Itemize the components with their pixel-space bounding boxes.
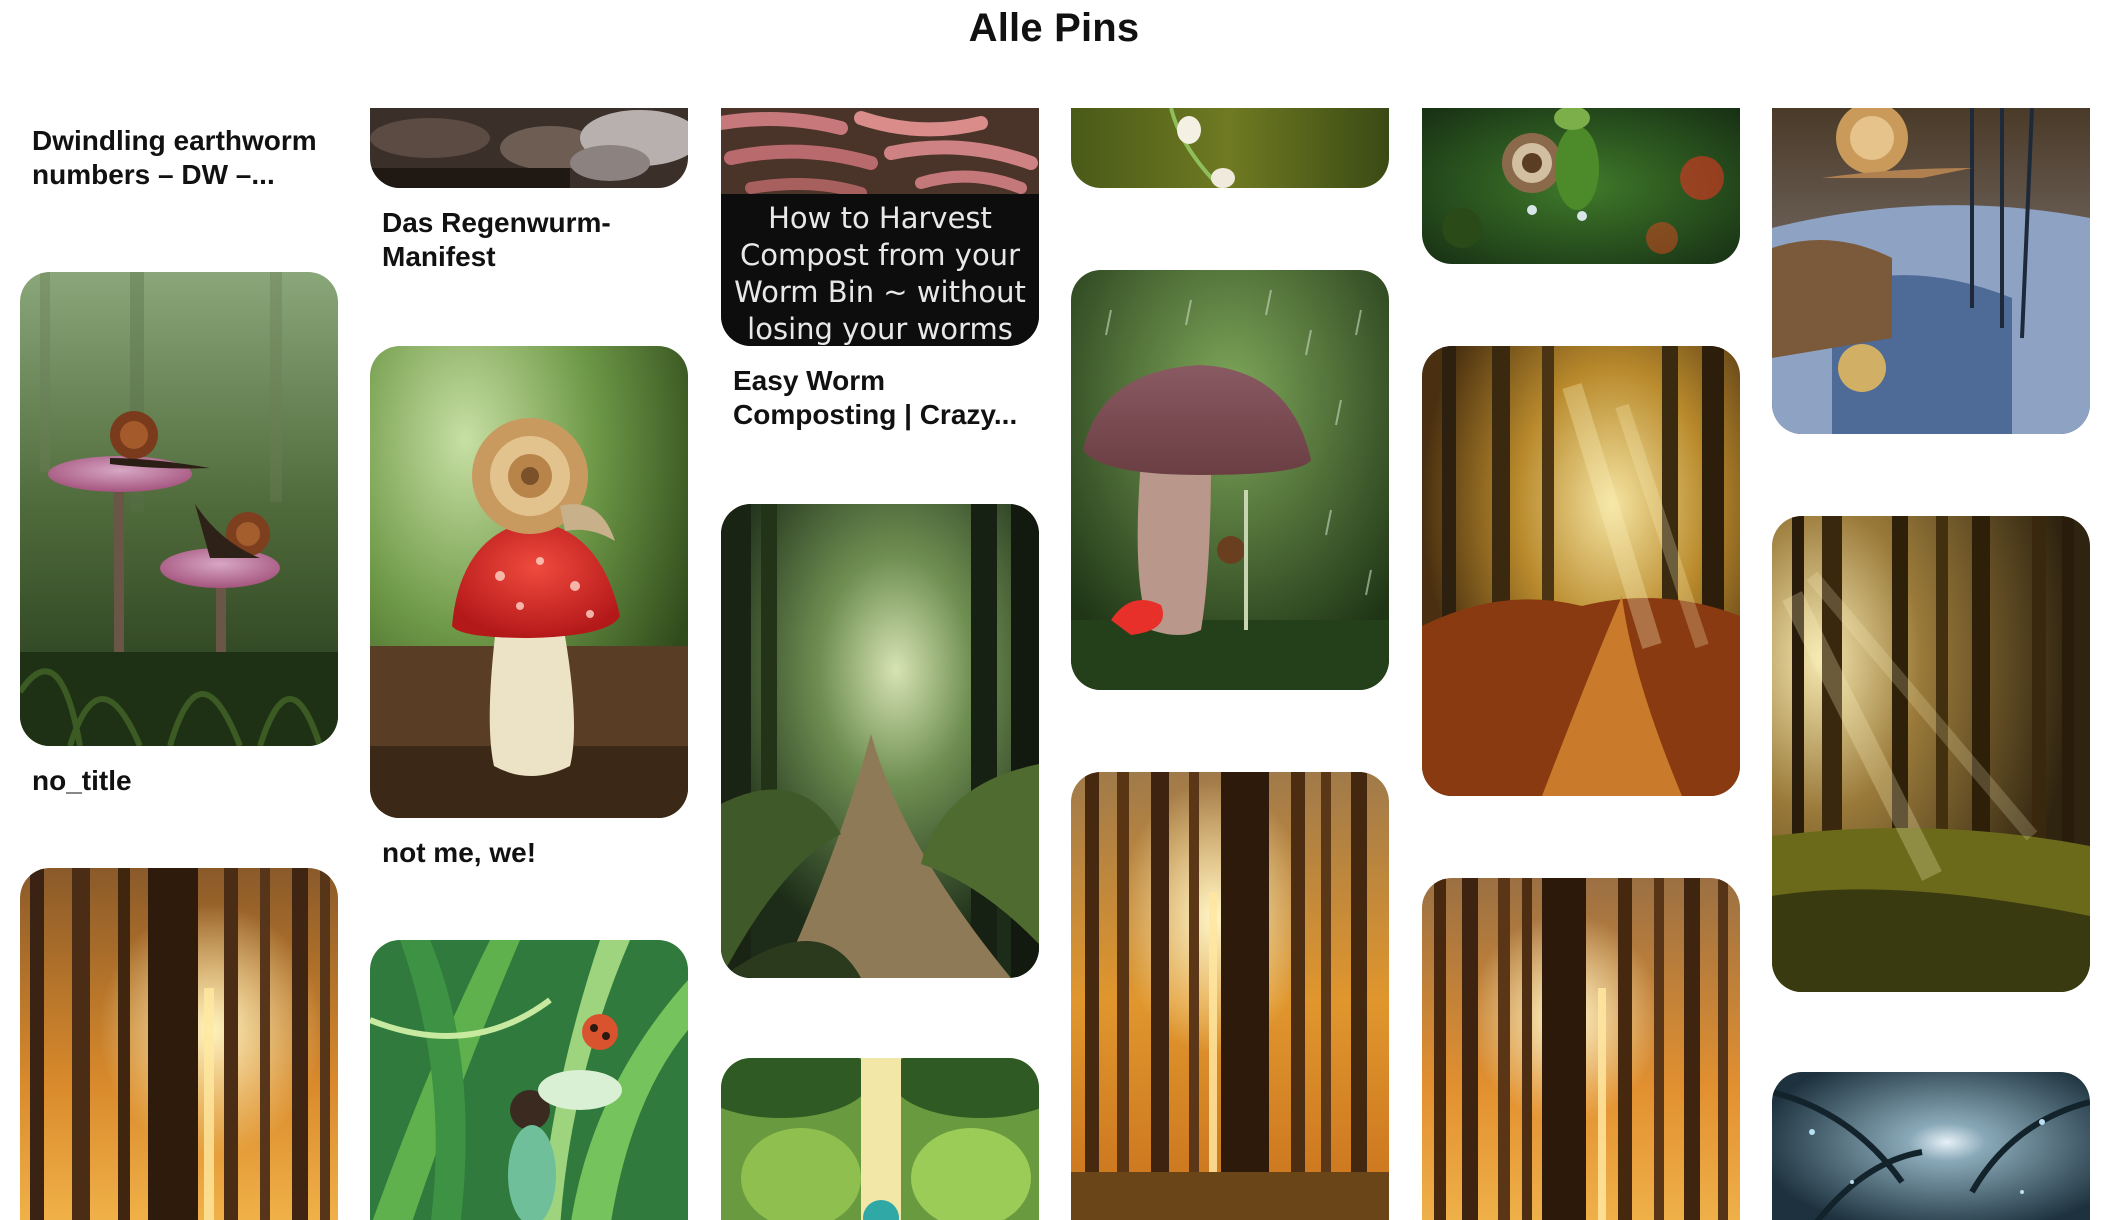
pin-title[interactable]: no_title xyxy=(32,764,326,798)
pin-card[interactable]: not me, we! xyxy=(370,346,688,870)
pin-card[interactable] xyxy=(20,868,338,1220)
pin-title[interactable]: Dwindling earthworm numbers – DW –... xyxy=(32,124,326,192)
pin-card[interactable] xyxy=(1071,772,1389,1220)
pin-image[interactable] xyxy=(721,1058,1039,1220)
pin-card[interactable]: How to Harvest Compost from your Worm Bi… xyxy=(721,108,1039,432)
pin-image[interactable] xyxy=(721,504,1039,978)
pin-image[interactable] xyxy=(1422,108,1740,264)
pin-image[interactable] xyxy=(20,272,338,746)
pin-card[interactable] xyxy=(1422,878,1740,1220)
pin-card[interactable] xyxy=(721,1058,1039,1220)
pin-image[interactable] xyxy=(370,346,688,818)
pin-image[interactable] xyxy=(370,940,688,1220)
pin-card[interactable] xyxy=(1772,1072,2090,1220)
pin-card[interactable] xyxy=(1071,270,1389,690)
pin-image[interactable] xyxy=(1772,1072,2090,1220)
pin-title[interactable]: Easy Worm Composting | Crazy... xyxy=(733,364,1027,432)
pin-image[interactable] xyxy=(1772,108,2090,434)
pin-image[interactable] xyxy=(370,108,688,188)
pin-image[interactable] xyxy=(1071,772,1389,1220)
pin-card[interactable]: Dwindling earthworm numbers – DW –... xyxy=(20,108,338,192)
page-title: Alle Pins xyxy=(968,6,1140,50)
pin-overlay-text: How to Harvest Compost from your Worm Bi… xyxy=(721,194,1039,346)
pin-card[interactable] xyxy=(1772,108,2090,434)
pin-image[interactable] xyxy=(1422,878,1740,1220)
pin-card[interactable]: Das Regenwurm-Manifest xyxy=(370,108,688,274)
pin-title[interactable]: Das Regenwurm-Manifest xyxy=(382,206,676,274)
pin-card[interactable] xyxy=(1422,108,1740,264)
pin-image[interactable] xyxy=(1071,270,1389,690)
pin-card[interactable] xyxy=(370,940,688,1220)
pin-image[interactable] xyxy=(1071,108,1389,188)
pin-card[interactable] xyxy=(1772,516,2090,992)
pin-card[interactable]: no_title xyxy=(20,272,338,798)
pin-card[interactable] xyxy=(721,504,1039,978)
pin-card[interactable] xyxy=(1422,346,1740,796)
pin-image[interactable] xyxy=(1422,346,1740,796)
pin-image[interactable] xyxy=(20,868,338,1220)
pin-image[interactable] xyxy=(1772,516,2090,992)
pin-board[interactable]: Dwindling earthworm numbers – DW –... no… xyxy=(0,108,2108,1220)
pin-image[interactable]: How to Harvest Compost from your Worm Bi… xyxy=(721,108,1039,346)
pin-title[interactable]: not me, we! xyxy=(382,836,676,870)
pin-card[interactable] xyxy=(1071,108,1389,188)
